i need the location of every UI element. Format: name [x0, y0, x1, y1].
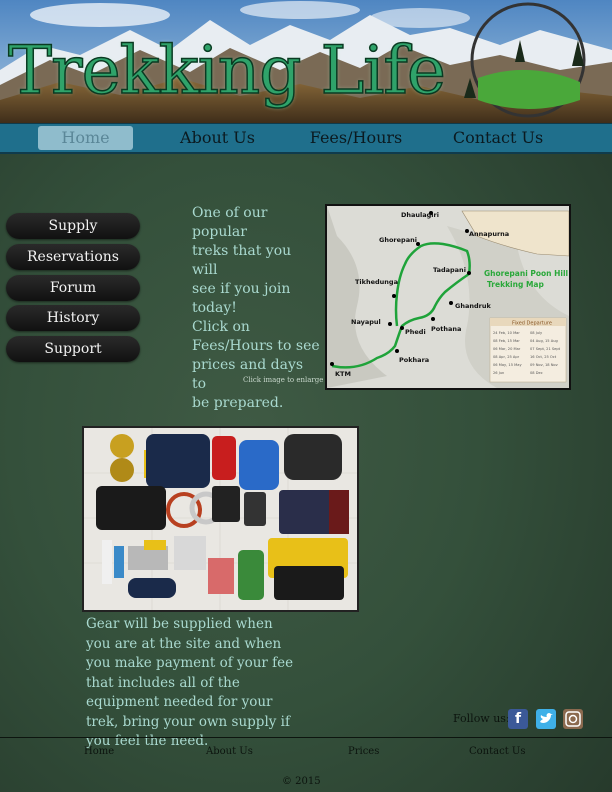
nav-fees-hours[interactable]: Fees/Hours [306, 126, 406, 150]
sidebar-item-support[interactable]: Support [6, 336, 140, 362]
map-label: Ghandruk [455, 302, 491, 310]
intro-line: be prepared. [192, 395, 284, 411]
sidebar-item-supply[interactable]: Supply [6, 213, 140, 239]
departure-date: 06 May, 15 May [493, 363, 522, 367]
map-label: Tikhedunga [355, 278, 398, 286]
map-label: Pokhara [399, 356, 429, 364]
departure-date: 08 July [530, 331, 543, 335]
header-banner: Trekking Life [0, 0, 612, 123]
trek-map-graphic: Dhaulagiri Annapurna Ghorepani Tadapani … [327, 206, 569, 388]
facebook-icon[interactable]: f [508, 709, 528, 729]
map-label: Tadapani [433, 266, 466, 274]
sidebar-item-reservations[interactable]: Reservations [6, 244, 140, 270]
intro-line: see if you join [192, 281, 291, 297]
instagram-icon[interactable] [563, 709, 583, 729]
departure-date: 04 Aug, 15 Aug [530, 339, 558, 343]
departure-date: 06 Mar, 20 Mar [493, 347, 521, 351]
nav-home[interactable]: Home [38, 126, 133, 150]
departure-date: 24 Feb, 10 Mar [493, 331, 520, 335]
departure-date: 08 Apr, 25 Apr [493, 355, 520, 359]
departure-date: 26 Jun [493, 371, 504, 375]
map-label: Dhaulagiri [401, 211, 439, 219]
footer-link-contact-us[interactable]: Contact Us [469, 746, 525, 757]
footer-link-prices[interactable]: Prices [348, 746, 379, 757]
trek-map-image[interactable]: Dhaulagiri Annapurna Ghorepani Tadapani … [325, 204, 571, 390]
departure-date: 16 Oct, 25 Oct [530, 355, 557, 359]
footer-link-home[interactable]: Home [84, 746, 114, 757]
departure-header: Fixed Departure [512, 321, 552, 327]
follow-us-label: Follow us: [453, 712, 510, 725]
intro-line: prices and days to [192, 357, 304, 392]
intro-line: today! [192, 300, 237, 316]
departure-date: 08 Dec [530, 371, 543, 375]
map-label: Ghorepani [379, 236, 417, 244]
copyright: © 2015 [282, 776, 321, 787]
departure-date: 07 Sept, 21 Sept [530, 347, 561, 351]
departure-date: 09 Nov, 18 Nov [530, 363, 559, 367]
map-title-line1: Ghorepani Poon Hill [484, 269, 568, 278]
map-label: Nayapul [351, 318, 381, 326]
sidebar-item-forum[interactable]: Forum [6, 275, 140, 301]
map-label: Pothana [431, 325, 461, 333]
twitter-icon[interactable] [536, 709, 556, 729]
sidebar-item-history[interactable]: History [6, 305, 140, 331]
enlarge-caption: Click image to enlarge [243, 376, 324, 384]
map-label: Annapurna [469, 230, 509, 238]
site-title: Trekking Life [7, 32, 446, 109]
intro-line: Fees/Hours to see [192, 338, 320, 354]
main-nav: Home About Us Fees/Hours Contact Us [0, 123, 612, 154]
gear-photo-graphic [84, 428, 357, 610]
footer-link-about-us[interactable]: About Us [206, 746, 253, 757]
map-title-line2: Trekking Map [487, 280, 544, 289]
nav-contact-us[interactable]: Contact Us [446, 126, 550, 150]
footer-divider [0, 737, 612, 738]
intro-line: treks that you will [192, 243, 292, 278]
intro-line: One of our popular [192, 205, 268, 240]
map-label: KTM [335, 370, 351, 378]
gear-photo [82, 426, 359, 612]
map-label: Phedi [405, 328, 426, 336]
nav-about-us[interactable]: About Us [170, 126, 265, 150]
departure-date: 08 Feb, 15 Mar [493, 339, 520, 343]
intro-line: Click on [192, 319, 250, 335]
gear-description: Gear will be supplied when you are at th… [86, 616, 294, 749]
